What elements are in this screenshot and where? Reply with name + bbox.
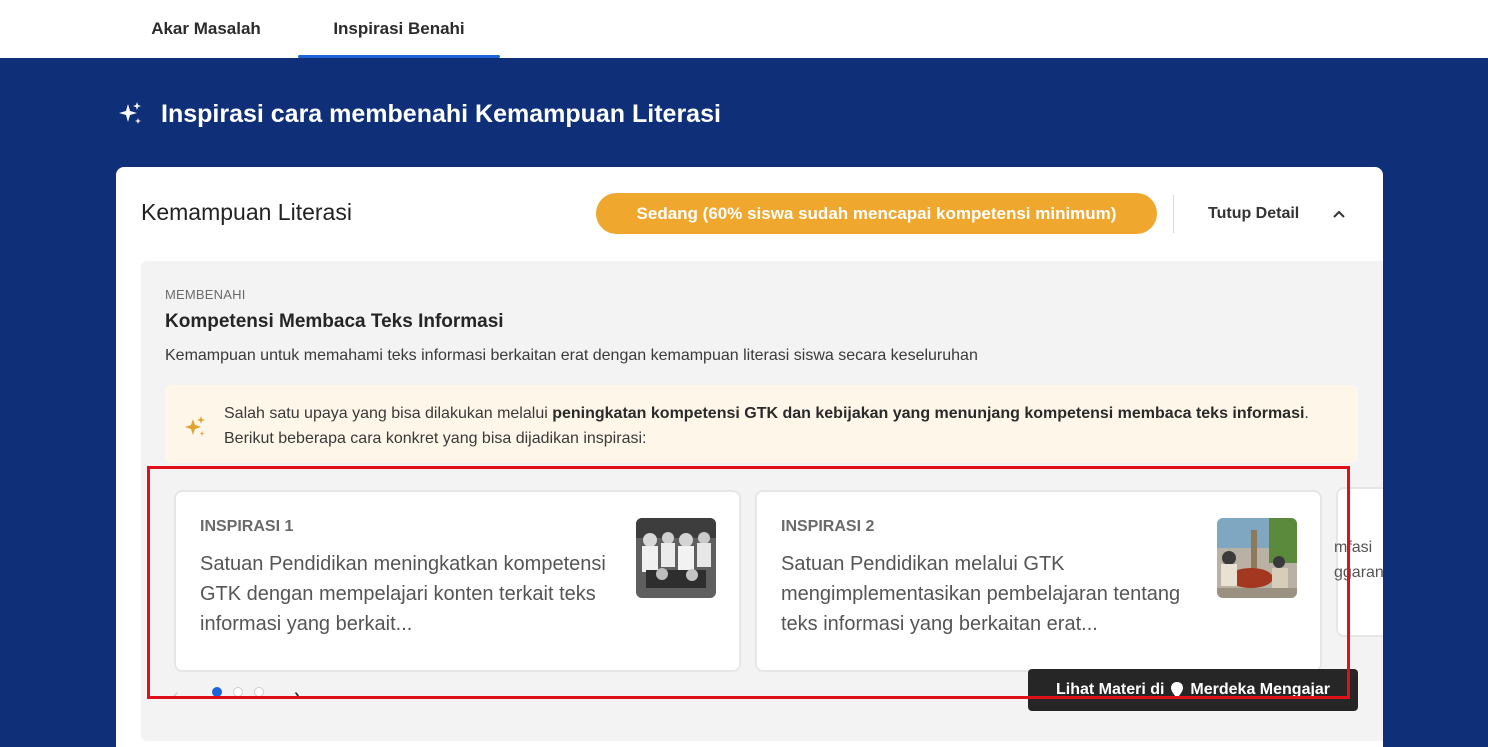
chevron-left-icon[interactable]: ‹	[173, 685, 179, 705]
status-badge: Sedang (60% siswa sudah mencapai kompete…	[596, 193, 1157, 234]
detail-panel: MEMBENAHI Kompetensi Membaca Teks Inform…	[141, 261, 1383, 741]
page-title: Inspirasi cara membenahi Kemampuan Liter…	[116, 96, 721, 132]
card-title: Kemampuan Literasi	[141, 199, 352, 225]
close-detail-label: Tutup Detail	[1208, 205, 1300, 222]
inspiration-card-3[interactable]: mfasi ggaran	[1334, 487, 1383, 637]
literacy-card: Kemampuan Literasi Sedang (60% siswa sud…	[116, 167, 1383, 747]
sparkle-icon	[116, 100, 144, 128]
inspiration-notice: Salah satu upaya yang bisa dilakukan mel…	[165, 385, 1358, 463]
inspiration-card-1[interactable]: INSPIRASI 1 Satuan Pendidikan meningkatk…	[174, 490, 741, 672]
close-detail-button[interactable]: Tutup Detail	[1208, 197, 1347, 231]
merdeka-mengajar-logo-icon	[1170, 681, 1184, 699]
tab-akar-masalah[interactable]: Akar Masalah	[130, 0, 282, 58]
page-title-text: Inspirasi cara membenahi Kemampuan Liter…	[161, 99, 721, 128]
divider	[1173, 195, 1174, 233]
chevron-right-icon[interactable]: ›	[294, 685, 300, 705]
inspiration-text-fragment: mfasi	[1334, 539, 1373, 556]
section-title: Kompetensi Membaca Teks Informasi	[165, 311, 504, 332]
inspiration-text-fragment: ggaran	[1334, 564, 1383, 581]
inspiration-text: Satuan Pendidikan melalui GTK mengimplem…	[781, 553, 1181, 635]
inspiration-thumbnail	[1217, 518, 1297, 598]
carousel-dot-3[interactable]	[254, 687, 264, 697]
notice-bold: peningkatan kompetensi GTK dan kebijakan…	[552, 405, 1305, 422]
sparkle-icon	[183, 415, 207, 439]
carousel-dot-1[interactable]	[212, 687, 222, 697]
cta-label-after: Merdeka Mengajar	[1190, 681, 1331, 698]
inspiration-label: INSPIRASI 1	[200, 518, 294, 535]
inspiration-card-2[interactable]: INSPIRASI 2 Satuan Pendidikan melalui GT…	[755, 490, 1322, 672]
top-tab-bar: Akar Masalah Inspirasi Benahi	[0, 0, 1488, 58]
tab-inspirasi-benahi[interactable]: Inspirasi Benahi	[298, 0, 500, 58]
section-eyebrow: MEMBENAHI	[165, 287, 246, 302]
inspiration-label: INSPIRASI 2	[781, 518, 875, 535]
carousel-dot-2[interactable]	[233, 687, 243, 697]
cta-label-before: Lihat Materi di	[1055, 681, 1165, 698]
section-description: Kemampuan untuk memahami teks informasi …	[165, 347, 978, 364]
view-material-button[interactable]: Lihat Materi di Merdeka Mengajar	[1028, 669, 1358, 711]
chevron-up-icon	[1331, 206, 1347, 222]
inspiration-text: Satuan Pendidikan meningkatkan kompetens…	[200, 553, 606, 635]
notice-text: Salah satu upaya yang bisa dilakukan mel…	[224, 405, 1309, 447]
inspiration-thumbnail	[636, 518, 716, 598]
